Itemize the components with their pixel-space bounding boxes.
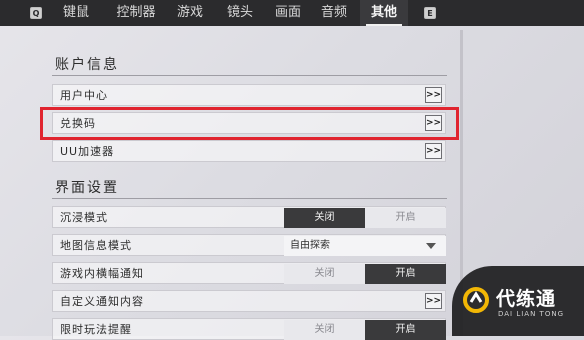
row-uu-accelerator[interactable]: UU加速器 >>: [52, 140, 446, 162]
immersive-mode-toggle[interactable]: 关闭 开启: [284, 208, 446, 228]
section-divider: [52, 75, 447, 76]
e-key-hint-icon[interactable]: E: [424, 7, 436, 19]
tab-game[interactable]: 游戏: [170, 0, 210, 26]
watermark: 代练通 DAI LIAN TONG: [452, 266, 584, 336]
tab-other[interactable]: 其他: [360, 0, 408, 26]
toggle-option-on[interactable]: 开启: [365, 264, 446, 284]
open-user-center-button[interactable]: >>: [425, 87, 442, 103]
section-divider: [52, 198, 447, 199]
watermark-subtitle: DAI LIAN TONG: [498, 310, 565, 318]
tab-camera[interactable]: 镜头: [220, 0, 260, 26]
row-immersive-mode: 沉浸模式 关闭 开启: [52, 206, 446, 228]
row-banner-notification: 游戏内横幅通知 关闭 开启: [52, 262, 446, 284]
row-label: UU加速器: [60, 145, 115, 158]
row-limited-reminder: 限时玩法提醒 关闭 开启: [52, 318, 446, 340]
watermark-title: 代练通: [496, 288, 557, 310]
open-uu-accelerator-button[interactable]: >>: [425, 143, 442, 159]
highlight-box: [40, 107, 459, 140]
map-info-mode-select[interactable]: 自由探索: [284, 236, 446, 256]
q-key-hint-icon[interactable]: Q: [30, 7, 42, 19]
chevron-down-icon: [426, 243, 436, 249]
toggle-option-on[interactable]: 开启: [365, 208, 446, 228]
tab-audio[interactable]: 音频: [314, 0, 354, 26]
open-custom-notice-button[interactable]: >>: [425, 293, 442, 309]
select-value: 自由探索: [290, 240, 330, 251]
top-tab-bar: Q 键鼠 控制器 游戏 镜头 画面 音频 其他 E: [0, 0, 584, 26]
row-user-center[interactable]: 用户中心 >>: [52, 84, 446, 106]
section-title-interface: 界面设置: [55, 180, 119, 196]
toggle-option-off[interactable]: 关闭: [284, 320, 365, 340]
tab-graphics[interactable]: 画面: [268, 0, 308, 26]
tab-controller[interactable]: 控制器: [110, 0, 162, 26]
tab-keyboard-mouse[interactable]: 键鼠: [56, 0, 96, 26]
daliantong-logo-icon: [463, 287, 489, 313]
toggle-option-off[interactable]: 关闭: [284, 208, 365, 228]
row-label: 用户中心: [60, 89, 108, 102]
section-title-account: 账户信息: [55, 57, 119, 73]
toggle-option-off[interactable]: 关闭: [284, 264, 365, 284]
toggle-option-on[interactable]: 开启: [365, 320, 446, 340]
limited-reminder-toggle[interactable]: 关闭 开启: [284, 320, 446, 340]
banner-notification-toggle[interactable]: 关闭 开启: [284, 264, 446, 284]
row-custom-notice[interactable]: 自定义通知内容 >>: [52, 290, 446, 312]
row-map-info-mode: 地图信息模式 自由探索: [52, 234, 446, 256]
row-label: 自定义通知内容: [60, 295, 144, 308]
